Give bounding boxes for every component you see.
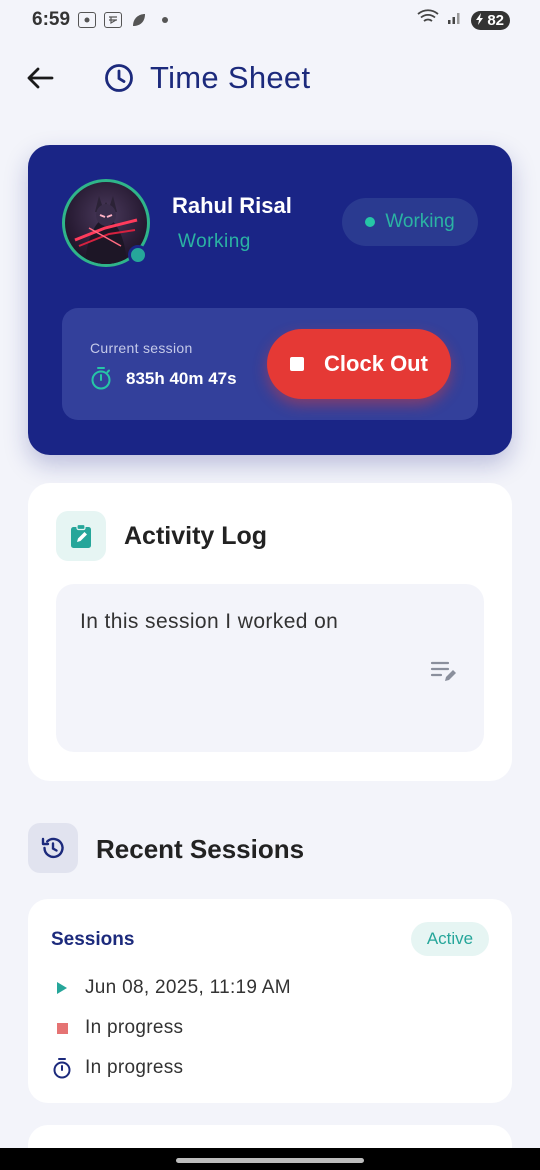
status-time: 6:59 (32, 9, 71, 30)
timer-icon (51, 1057, 73, 1079)
battery-bolt-icon (475, 12, 485, 29)
stop-icon (51, 1017, 73, 1039)
timer-icon (90, 366, 112, 390)
activity-log-input[interactable] (56, 584, 484, 752)
session-start: Jun 08, 2025, 11:19 AM (85, 977, 291, 998)
wifi-icon (417, 9, 439, 31)
page-title: Time Sheet (150, 60, 311, 95)
clock-out-label: Clock Out (324, 351, 428, 376)
activity-log-title: Activity Log (124, 522, 268, 550)
activity-log-card: Activity Log (28, 483, 512, 781)
session-duration-row: In progress (51, 1057, 183, 1079)
session-card-title: Sessions (51, 929, 135, 950)
avatar-wrap (62, 179, 150, 267)
clock-out-button[interactable]: Clock Out (267, 329, 451, 399)
signal-icon (447, 9, 463, 31)
status-bar: 6:59 82 (0, 0, 540, 40)
rupee-app-icon (104, 12, 123, 28)
current-session-label: Current session (90, 340, 193, 356)
status-badge: Active (411, 922, 489, 956)
battery-indicator: 82 (471, 10, 510, 30)
status-left: 6:59 (32, 9, 174, 31)
profile-card: Rahul Risal Working Working Current sess… (28, 145, 512, 455)
leaf-icon (130, 12, 148, 28)
user-name: Rahul Risal (172, 193, 292, 218)
status-right: 82 (417, 9, 510, 31)
session-card[interactable]: Sessions Active Jun 08, 2025, 11:19 AM I… (28, 899, 512, 1103)
dot-icon (156, 12, 174, 28)
current-session-box: Current session 835h 40m 47s Clock Out (62, 308, 478, 420)
session-end-row: In progress (51, 1017, 183, 1039)
online-indicator (128, 245, 148, 265)
arrow-back-icon (27, 67, 54, 89)
session-end: In progress (85, 1017, 184, 1038)
stop-icon (290, 357, 305, 371)
play-icon (51, 977, 73, 999)
clipboard-edit-icon (56, 511, 106, 561)
status-badge-label: Working (385, 211, 455, 232)
edit-notes-icon[interactable] (430, 658, 458, 684)
battery-level: 82 (487, 11, 504, 29)
home-gesture-handle[interactable] (176, 1158, 364, 1163)
back-button[interactable] (24, 62, 56, 94)
user-status: Working (178, 231, 251, 252)
session-duration: In progress (85, 1057, 184, 1078)
status-dot-icon (365, 217, 376, 227)
status-badge: Working (342, 198, 478, 246)
session-start-row: Jun 08, 2025, 11:19 AM (51, 977, 291, 999)
screen-record-icon (78, 12, 97, 28)
app-bar: Time Sheet (0, 40, 540, 116)
clock-icon (102, 61, 136, 95)
current-session-elapsed: 835h 40m 47s (126, 369, 237, 388)
history-icon (28, 823, 78, 873)
recent-sessions-title: Recent Sessions (96, 834, 305, 864)
